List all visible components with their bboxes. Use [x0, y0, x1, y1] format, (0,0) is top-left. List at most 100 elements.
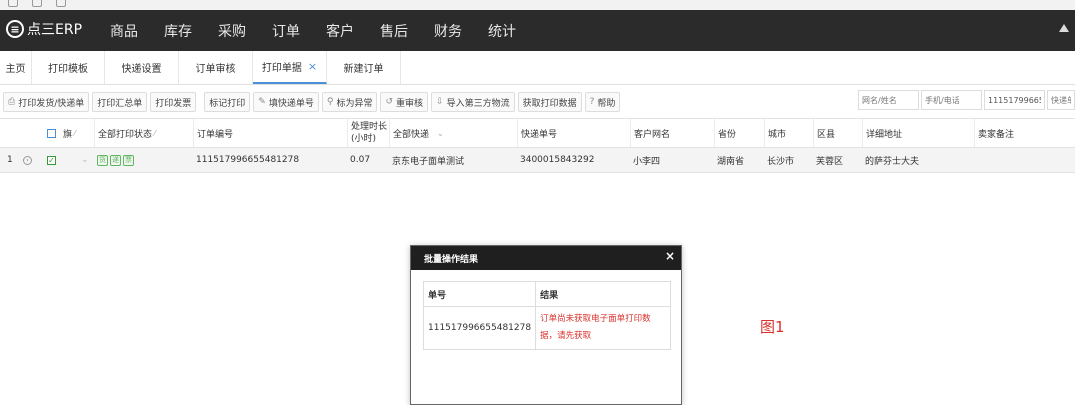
tab-label: 打印单据: [261, 63, 302, 74]
col-label: 区县: [817, 129, 836, 140]
col-address[interactable]: 详细地址: [862, 119, 974, 147]
table-header: 旗 ⁄ 全部打印状态 ⁄ 订单编号 处理时长 (小时) 全部快递 ⌄ 快递单号 客户网…: [0, 118, 1075, 148]
row-flag-cell[interactable]: ⌄: [78, 148, 94, 172]
col-customer[interactable]: 客户网名: [630, 119, 714, 147]
order-number-input[interactable]: [984, 90, 1045, 110]
tab-express-settings[interactable]: 快递设置: [105, 51, 179, 84]
col-label: 全部快递: [393, 129, 430, 140]
re-review-button[interactable]: ↺ 重审核: [380, 92, 429, 112]
tab-label: 打印模板: [48, 64, 88, 75]
print-shipping-label-button[interactable]: ⎙ 打印发货/快递单: [3, 92, 90, 112]
nav-item-inventory[interactable]: 库存: [164, 21, 192, 41]
button-label: 打印汇总单: [97, 98, 143, 109]
flag-dropdown-icon: ⌄: [81, 155, 89, 165]
nav-item-purchasing[interactable]: 采购: [218, 21, 246, 41]
browser-control-icon[interactable]: [56, 0, 66, 7]
button-label: 导入第三方物流: [446, 98, 510, 109]
result-row: 111517996655481278 订单尚未获取电子面单打印数据，请先获取: [422, 306, 671, 350]
expand-icon[interactable]: ›: [23, 155, 32, 165]
tab-order-review[interactable]: 订单审核: [179, 51, 253, 84]
import-logistics-button[interactable]: ⇩ 导入第三方物流: [431, 92, 515, 112]
help-button[interactable]: ? 帮助: [584, 92, 621, 112]
col-express[interactable]: 全部快递 ⌄: [389, 119, 517, 147]
button-label: 帮助: [597, 98, 616, 109]
user-menu-icon[interactable]: [1059, 24, 1069, 32]
select-all-checkbox[interactable]: [47, 128, 56, 138]
col-flag[interactable]: 旗 ⁄: [60, 119, 94, 147]
row-address: 的萨芬士大夫: [865, 156, 920, 167]
row-checkbox[interactable]: ✓: [47, 155, 56, 165]
row-process-time: 0.07: [350, 155, 371, 165]
browser-control-icon[interactable]: [8, 0, 18, 7]
result-order-no: 111517996655481278: [422, 306, 537, 350]
dialog-header: 批量操作结果 ×: [411, 246, 681, 270]
result-table: 单号 结果 111517996655481278 订单尚未获取电子面单打印数据，…: [422, 281, 671, 350]
close-icon[interactable]: ×: [665, 249, 675, 263]
print-summary-button[interactable]: 打印汇总单: [92, 92, 148, 112]
fill-tracking-number-button[interactable]: ✎ 填快递单号: [253, 92, 319, 112]
col-label: 快递单号: [521, 129, 558, 140]
invoice-tag: 票: [123, 154, 134, 166]
pin-icon: ⚲: [326, 97, 334, 107]
col-label: 旗: [63, 129, 73, 140]
row-tracking-no: 3400015843292: [520, 155, 595, 165]
tab-print-template[interactable]: 打印模板: [32, 51, 105, 84]
col-process-time[interactable]: 处理时长 (小时): [347, 119, 389, 147]
tab-close-icon[interactable]: ×: [308, 60, 317, 73]
col-label: 处理时长: [351, 122, 388, 132]
tab-print-documents[interactable]: 打印单据 ×: [253, 51, 327, 84]
phone-input[interactable]: [921, 90, 982, 110]
button-label: 标为异常: [336, 98, 373, 109]
col-province[interactable]: 省份: [714, 119, 764, 147]
row-district: 芙蓉区: [816, 156, 844, 167]
browser-control-icon[interactable]: [32, 0, 42, 7]
mark-printed-button[interactable]: 标记打印: [204, 92, 251, 112]
page-tabs: 主页 打印模板 快递设置 订单审核 打印单据 × 新建订单: [0, 51, 1075, 85]
col-seller-note[interactable]: 卖家备注: [974, 119, 1075, 147]
main-menu: 商品 库存 采购 订单 客户 售后 财务 统计: [110, 10, 542, 51]
tab-new-order[interactable]: 新建订单: [327, 51, 401, 84]
print-invoice-button[interactable]: 打印发票: [150, 92, 197, 112]
nav-item-finance[interactable]: 财务: [434, 21, 462, 41]
row-print-status-cell: 货 递 票: [94, 148, 193, 172]
col-city[interactable]: 城市: [764, 119, 813, 147]
nav-item-orders[interactable]: 订单: [272, 21, 300, 41]
edit-icon: ✎: [258, 97, 266, 107]
col-label-unit: (小时): [351, 134, 377, 144]
table-row[interactable]: 1 › ✓ ⌄ 货 递 票 111517996655481278 0.07 京东…: [0, 148, 1075, 173]
row-province: 湖南省: [717, 156, 745, 167]
row-expand-cell: ›: [20, 148, 40, 172]
tab-home[interactable]: 主页: [0, 51, 32, 84]
nav-item-after-sales[interactable]: 售后: [380, 21, 408, 41]
col-label: 省份: [718, 129, 737, 140]
fetch-print-data-button[interactable]: 获取打印数据: [517, 92, 582, 112]
col-label: 订单编号: [197, 129, 234, 140]
help-icon: ?: [589, 97, 595, 107]
col-order-no[interactable]: 订单编号: [193, 119, 347, 147]
row-customer: 小李四: [633, 156, 661, 167]
tracking-number-input[interactable]: [1047, 90, 1075, 110]
row-index: 1: [7, 155, 13, 165]
figure-label: 图1: [760, 318, 785, 336]
logo-text: 点三ERP: [27, 22, 83, 38]
nav-item-products[interactable]: 商品: [110, 21, 138, 41]
customer-name-input[interactable]: [858, 90, 919, 110]
col-district[interactable]: 区县: [813, 119, 862, 147]
nav-item-statistics[interactable]: 统计: [488, 21, 516, 41]
row-select-cell: ✓: [44, 148, 60, 172]
col-label: 全部打印状态: [98, 129, 153, 140]
button-label: 打印发票: [155, 98, 192, 109]
row-express: 京东电子面单测试: [392, 156, 465, 167]
import-icon: ⇩: [436, 97, 444, 107]
col-tracking-no[interactable]: 快递单号: [517, 119, 630, 147]
result-col-result: 结果: [535, 281, 671, 307]
button-label: 重审核: [396, 98, 424, 109]
dropdown-icon: ⌄: [437, 128, 444, 138]
col-print-status[interactable]: 全部打印状态 ⁄: [94, 119, 193, 147]
tab-label: 新建订单: [343, 64, 384, 75]
nav-item-customers[interactable]: 客户: [326, 21, 354, 41]
button-label: 获取打印数据: [522, 98, 577, 109]
mark-exception-button[interactable]: ⚲ 标为异常: [321, 92, 378, 112]
app-logo[interactable]: ≡ 点三ERP: [6, 19, 82, 39]
select-all-cell: [44, 119, 60, 147]
